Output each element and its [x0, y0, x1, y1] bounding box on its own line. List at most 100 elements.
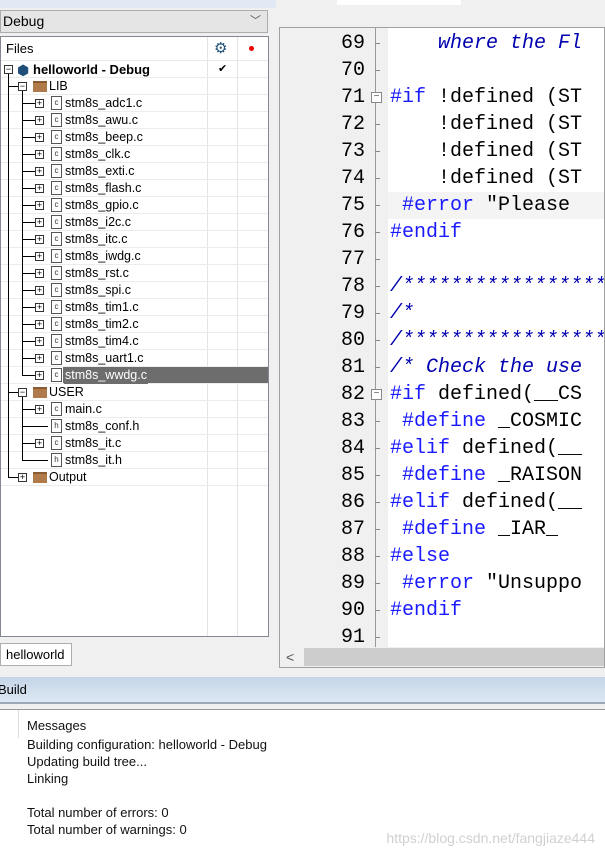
code-line: !defined (ST	[390, 113, 583, 136]
c-file-icon: c	[51, 113, 62, 127]
expand-icon[interactable]: +	[18, 473, 27, 482]
line-number: 79	[340, 302, 365, 325]
expand-icon[interactable]: +	[35, 116, 44, 125]
tree-file[interactable]: + c stm8s_itc.c	[1, 231, 268, 248]
line-number: 80	[340, 329, 365, 352]
tree-file[interactable]: + c main.c	[1, 401, 268, 418]
tree-file[interactable]: + c stm8s_tim2.c	[1, 316, 268, 333]
tree-file[interactable]: + c stm8s_flash.c	[1, 180, 268, 197]
line-number: 69	[340, 32, 365, 55]
tree-group-output[interactable]: + Output	[1, 469, 268, 486]
c-file-icon: c	[51, 334, 62, 348]
expand-icon[interactable]: +	[35, 405, 44, 414]
tree-file[interactable]: + c stm8s_uart1.c	[1, 350, 268, 367]
line-number: 72	[340, 113, 365, 136]
build-message: Updating build tree...	[27, 754, 147, 769]
tree-file[interactable]: + c stm8s_beep.c	[1, 129, 268, 146]
c-file-icon: c	[51, 368, 62, 382]
build-message: Building configuration: helloworld - Deb…	[27, 737, 267, 752]
expand-icon[interactable]: +	[35, 99, 44, 108]
collapse-icon[interactable]: −	[18, 388, 27, 397]
expand-icon[interactable]: +	[35, 150, 44, 159]
code-line: /*****************	[390, 329, 605, 352]
line-number: 75	[340, 194, 365, 217]
c-file-icon: c	[51, 147, 62, 161]
collapse-icon[interactable]: −	[18, 82, 27, 91]
code-editor[interactable]: 69 where the Fl 70 71− #if !defined (ST 72 !…	[279, 27, 605, 668]
fold-toggle-icon[interactable]: −	[371, 92, 382, 103]
tree-file[interactable]: + c stm8s_clk.c	[1, 146, 268, 163]
tree-file[interactable]: + c stm8s_i2c.c	[1, 214, 268, 231]
tree-file[interactable]: + c stm8s_tim1.c	[1, 299, 268, 316]
line-number: 77	[340, 248, 365, 271]
project-icon: ⬢	[17, 62, 30, 78]
tree-group-lib[interactable]: − LIB	[1, 78, 268, 95]
build-check-icon: ✔	[218, 63, 228, 75]
expand-icon[interactable]: +	[35, 269, 44, 278]
line-number: 87	[340, 518, 365, 541]
tree-file[interactable]: + c stm8s_exti.c	[1, 163, 268, 180]
collapse-icon[interactable]: −	[4, 65, 13, 74]
expand-icon[interactable]: +	[35, 371, 44, 380]
expand-icon[interactable]: +	[35, 354, 44, 363]
c-file-icon: c	[51, 181, 62, 195]
configuration-select[interactable]: Debug ﹀	[0, 10, 268, 33]
tree-file[interactable]: + c stm8s_iwdg.c	[1, 248, 268, 265]
tree-file[interactable]: + c stm8s_adc1.c	[1, 95, 268, 112]
expand-icon[interactable]: +	[35, 133, 44, 142]
expand-icon[interactable]: +	[35, 201, 44, 210]
line-number: 81	[340, 356, 365, 379]
expand-icon[interactable]: +	[35, 337, 44, 346]
c-file-icon: c	[51, 266, 62, 280]
code-line: #define _COSMIC	[390, 410, 583, 433]
folder-icon	[33, 472, 47, 483]
editor-tab[interactable]	[337, 0, 461, 5]
tree-project[interactable]: − ⬢ helloworld - Debug ✔	[1, 61, 268, 78]
red-dot-icon	[249, 46, 254, 51]
line-number: 73	[340, 140, 365, 163]
c-file-icon: c	[51, 351, 62, 365]
expand-icon[interactable]: +	[35, 235, 44, 244]
c-file-icon: c	[51, 402, 62, 416]
tree-file[interactable]: + c stm8s_gpio.c	[1, 197, 268, 214]
tree-group-user[interactable]: − USER	[1, 384, 268, 401]
tree-file[interactable]: + c stm8s_spi.c	[1, 282, 268, 299]
tree-file[interactable]: h stm8s_conf.h	[1, 418, 268, 435]
build-message: Linking	[27, 771, 69, 786]
code-line: #error "Please	[388, 192, 604, 219]
expand-icon[interactable]: +	[35, 184, 44, 193]
code-line: /*	[390, 302, 415, 325]
gear-icon[interactable]: ⚙	[214, 37, 227, 61]
expand-icon[interactable]: +	[35, 303, 44, 312]
tree-file[interactable]: + c stm8s_tim4.c	[1, 333, 268, 350]
tab-helloworld[interactable]: helloworld	[0, 643, 72, 666]
build-message: Total number of errors: 0	[27, 805, 169, 820]
code-line: #define _IAR_	[390, 518, 559, 541]
c-file-icon: c	[51, 283, 62, 297]
line-number: 90	[340, 599, 365, 622]
expand-icon[interactable]: +	[35, 218, 44, 227]
folder-icon	[33, 81, 47, 92]
tree-file[interactable]: + c stm8s_wwdg.c	[1, 367, 268, 384]
horizontal-scrollbar[interactable]: <	[280, 647, 604, 667]
expand-icon[interactable]: +	[35, 439, 44, 448]
tree-file[interactable]: + c stm8s_rst.c	[1, 265, 268, 282]
code-line: /*****************	[390, 275, 605, 298]
scroll-left-icon[interactable]: <	[286, 647, 294, 667]
fold-toggle-icon[interactable]: −	[371, 389, 382, 400]
tree-file[interactable]: + c stm8s_awu.c	[1, 112, 268, 129]
line-number: 76	[340, 221, 365, 244]
expand-icon[interactable]: +	[35, 320, 44, 329]
expand-icon[interactable]: +	[35, 252, 44, 261]
c-file-icon: c	[51, 215, 62, 229]
expand-icon[interactable]: +	[35, 286, 44, 295]
files-column-header: Files ⚙	[1, 37, 268, 61]
line-number: 86	[340, 491, 365, 514]
line-number: 71	[340, 86, 365, 109]
tree-file[interactable]: + c stm8s_it.c	[1, 435, 268, 452]
scrollbar-thumb[interactable]	[304, 648, 604, 666]
line-number: 82	[340, 383, 365, 406]
expand-icon[interactable]: +	[35, 167, 44, 176]
c-file-icon: c	[51, 198, 62, 212]
tree-file[interactable]: h stm8s_it.h	[1, 452, 268, 469]
